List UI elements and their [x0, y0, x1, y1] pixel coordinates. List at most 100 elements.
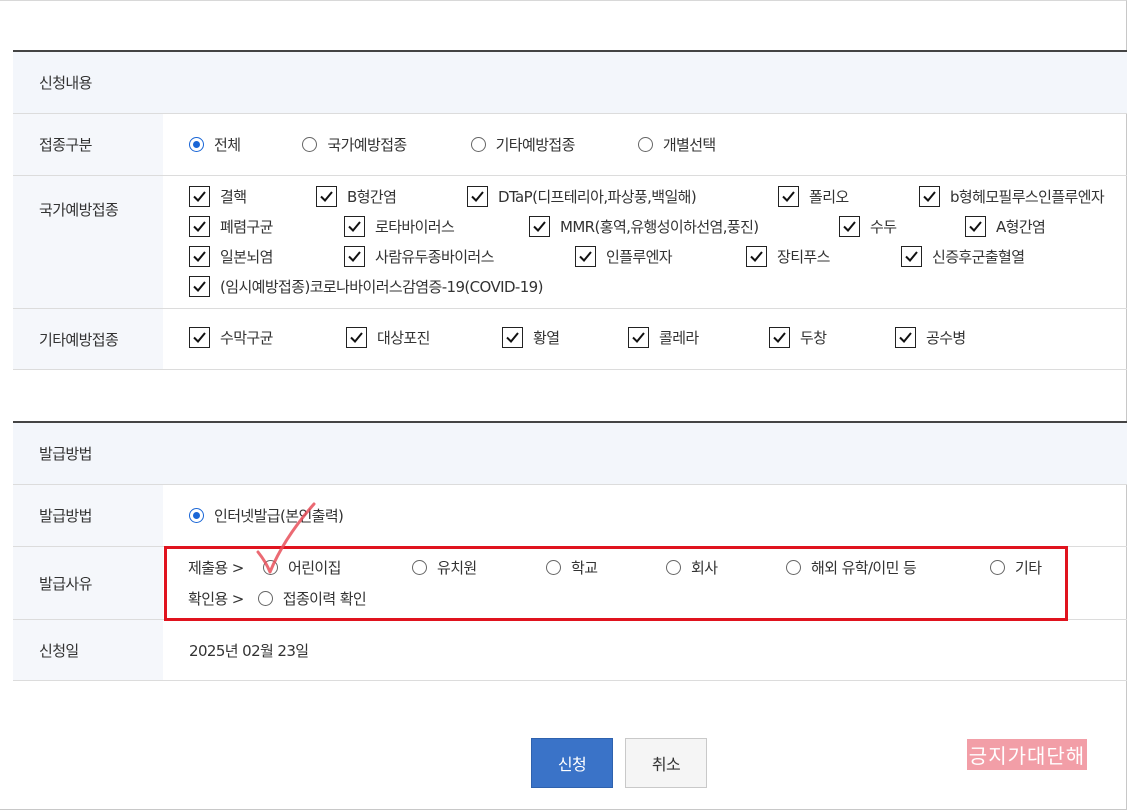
national-vaccine-label: 수두: [870, 218, 897, 236]
checkbox-check-icon[interactable]: [901, 246, 922, 267]
national-vaccine-checkbox[interactable]: 일본뇌염: [189, 246, 273, 267]
national-vaccine-label: MMR(홍역,유행성이하선염,풍진): [560, 218, 759, 236]
other-vaccine-checkbox[interactable]: 황열: [502, 327, 560, 348]
national-vaccine-checkbox[interactable]: 폴리오: [778, 186, 849, 207]
other-vaccine-label: 공수병: [926, 329, 966, 347]
radio-all-label: 전체: [214, 136, 241, 154]
radio-other-label: 기타예방접종: [495, 136, 576, 154]
other-vaccine-checkbox[interactable]: 수막구균: [189, 327, 273, 348]
checkbox-check-icon[interactable]: [189, 246, 210, 267]
national-vaccine-checkbox[interactable]: B형간염: [316, 186, 397, 207]
checkbox-check-icon[interactable]: [189, 216, 210, 237]
radio-internet-issue-indicator[interactable]: [189, 508, 204, 523]
apply-date-value: 2025년 02월 23일: [189, 641, 309, 660]
national-vaccine-checkbox[interactable]: 폐렴구균: [189, 216, 273, 237]
vaccination-type-radio-group: 전체 국가예방접종 기타예방접종 개별선택: [189, 134, 778, 155]
other-vaccination-checklist: 수막구균 대상포진 황열 콜레라 두창 공수병: [163, 308, 1127, 370]
apply-date-row: 신청일 2025년 02월 23일: [13, 619, 1127, 681]
radio-national-label: 국가예방접종: [327, 136, 407, 154]
issue-reason-label: 발급사유: [13, 547, 163, 619]
other-vaccine-label: 수막구균: [220, 329, 273, 347]
checkbox-check-icon[interactable]: [628, 327, 649, 348]
issue-method-row: 발급방법 인터넷발급(본인출력): [13, 484, 1127, 546]
national-vaccine-label: 사람유두종바이러스: [375, 248, 494, 266]
national-vaccine-label: 인플루엔자: [606, 248, 673, 266]
radio-individual-label: 개별선택: [662, 136, 716, 154]
national-vaccine-label: B형간염: [347, 188, 397, 206]
national-vaccine-checkbox[interactable]: 로타바이러스: [344, 216, 455, 237]
national-vaccine-label: 일본뇌염: [220, 248, 273, 266]
checkbox-check-icon[interactable]: [316, 186, 337, 207]
checkbox-check-icon[interactable]: [189, 327, 210, 348]
other-vaccination-label: 기타예방접종: [13, 309, 163, 369]
national-vaccine-label: 결핵: [220, 188, 247, 206]
other-vaccine-checkbox[interactable]: 콜레라: [628, 327, 699, 348]
check-annotation-icon: [256, 502, 316, 574]
other-vaccine-label: 콜레라: [659, 329, 699, 347]
vaccination-type-label: 접종구분: [13, 114, 163, 175]
national-vaccination-row: 국가예방접종 결핵 B형간염 DTaP(디프테리아,파상풍,백일해) 폴리오 b형헤모필…: [13, 175, 1127, 308]
other-vaccine-label: 두창: [800, 329, 827, 347]
issue-section-title: 발급방법: [13, 421, 1127, 484]
national-vaccine-checkbox[interactable]: 장티푸스: [746, 246, 830, 267]
national-vaccination-label: 국가예방접종: [13, 176, 163, 308]
checkbox-check-icon[interactable]: [919, 186, 940, 207]
national-vaccine-label: 신증후군출혈열: [932, 248, 1025, 266]
radio-individual[interactable]: 개별선택: [637, 134, 716, 155]
checkbox-check-icon[interactable]: [769, 327, 790, 348]
checkbox-check-icon[interactable]: [895, 327, 916, 348]
checkbox-check-icon[interactable]: [344, 216, 365, 237]
other-vaccine-label: 황열: [533, 329, 560, 347]
checkbox-check-icon[interactable]: [344, 246, 365, 267]
national-vaccine-checkbox[interactable]: DTaP(디프테리아,파상풍,백일해): [467, 186, 697, 207]
apply-button[interactable]: 신청: [531, 738, 613, 788]
other-vaccination-row: 기타예방접종 수막구균 대상포진 황열 콜레라 두창 공수병: [13, 308, 1127, 370]
watermark-stamp: 긍지가대단해: [967, 739, 1087, 770]
radio-national[interactable]: 국가예방접종: [302, 134, 407, 155]
other-vaccine-checkbox[interactable]: 대상포진: [346, 327, 430, 348]
vaccination-type-row: 접종구분 전체 국가예방접종 기타예방접종 개별선택: [13, 113, 1127, 175]
national-vaccine-label: 로타바이러스: [375, 218, 455, 236]
radio-national-indicator[interactable]: [302, 137, 318, 152]
national-vaccine-checkbox[interactable]: MMR(홍역,유행성이하선염,풍진): [529, 216, 759, 237]
other-vaccine-checkbox[interactable]: 두창: [769, 327, 827, 348]
national-vaccine-checkbox[interactable]: 인플루엔자: [575, 246, 673, 267]
national-vaccine-label: 폐렴구균: [220, 218, 273, 236]
checkbox-check-icon[interactable]: [189, 186, 210, 207]
national-vaccine-checkbox[interactable]: 결핵: [189, 186, 247, 207]
national-vaccine-checkbox[interactable]: A형간염: [965, 216, 1046, 237]
checkbox-check-icon[interactable]: [529, 216, 550, 237]
national-vaccine-label: DTaP(디프테리아,파상풍,백일해): [498, 188, 697, 206]
apply-section: 신청내용 접종구분 전체 국가예방접종 기타예방접종 개별선택 국가예방접종 결…: [13, 50, 1127, 370]
apply-date-label: 신청일: [13, 620, 163, 680]
national-vaccine-label: A형간염: [996, 218, 1046, 236]
other-vaccine-checkbox[interactable]: 공수병: [895, 327, 966, 348]
radio-all[interactable]: 전체: [189, 134, 241, 155]
apply-section-title: 신청내용: [13, 50, 1127, 113]
other-vaccine-label: 대상포진: [377, 329, 430, 347]
national-vaccine-label: (임시예방접종)코로나바이러스감염증-19(COVID-19): [220, 278, 543, 296]
national-vaccine-checkbox[interactable]: 사람유두종바이러스: [344, 246, 494, 267]
checkbox-check-icon[interactable]: [575, 246, 596, 267]
national-vaccine-checkbox[interactable]: 수두: [839, 216, 897, 237]
national-vaccine-checkbox[interactable]: b형헤모필루스인플루엔자: [919, 186, 1105, 207]
checkbox-check-icon[interactable]: [839, 216, 860, 237]
national-vaccine-checkbox[interactable]: (임시예방접종)코로나바이러스감염증-19(COVID-19): [189, 276, 543, 297]
cancel-button[interactable]: 취소: [625, 738, 707, 788]
national-vaccine-label: b형헤모필루스인플루엔자: [950, 188, 1105, 206]
radio-other[interactable]: 기타예방접종: [470, 134, 576, 155]
checkbox-check-icon[interactable]: [778, 186, 799, 207]
radio-other-indicator[interactable]: [470, 137, 486, 152]
checkbox-check-icon[interactable]: [346, 327, 367, 348]
issue-method-label: 발급방법: [13, 485, 163, 546]
checkbox-check-icon[interactable]: [467, 186, 488, 207]
national-vaccine-label: 폴리오: [809, 188, 849, 206]
checkbox-check-icon[interactable]: [965, 216, 986, 237]
checkbox-check-icon[interactable]: [189, 276, 210, 297]
radio-all-indicator[interactable]: [189, 137, 204, 152]
national-vaccine-label: 장티푸스: [777, 248, 830, 266]
checkbox-check-icon[interactable]: [502, 327, 523, 348]
checkbox-check-icon[interactable]: [746, 246, 767, 267]
radio-individual-indicator[interactable]: [637, 137, 653, 152]
national-vaccine-checkbox[interactable]: 신증후군출혈열: [901, 246, 1025, 267]
